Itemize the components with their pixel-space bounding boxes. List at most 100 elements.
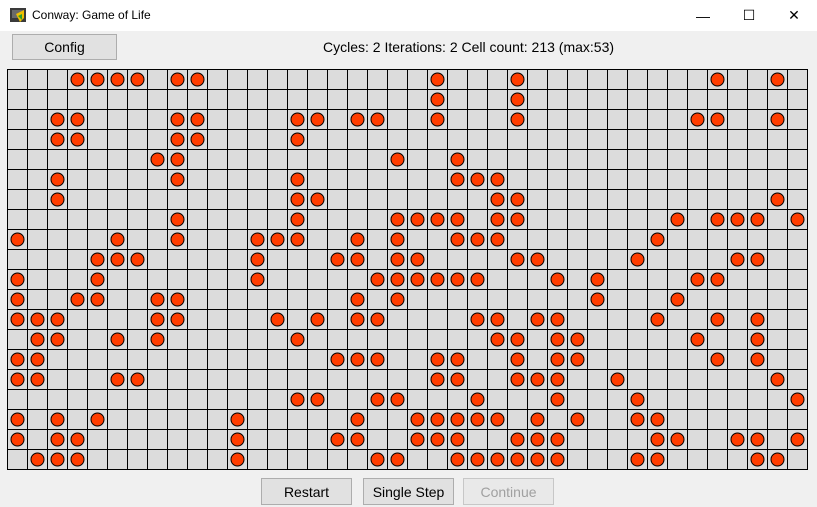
live-cell[interactable] — [410, 272, 425, 287]
live-cell[interactable] — [530, 452, 545, 467]
live-cell[interactable] — [230, 432, 245, 447]
live-cell[interactable] — [710, 352, 725, 367]
live-cell[interactable] — [30, 312, 45, 327]
live-cell[interactable] — [630, 252, 645, 267]
live-cell[interactable] — [410, 212, 425, 227]
live-cell[interactable] — [410, 412, 425, 427]
live-cell[interactable] — [70, 72, 85, 87]
live-cell[interactable] — [450, 432, 465, 447]
live-cell[interactable] — [70, 432, 85, 447]
live-cell[interactable] — [150, 152, 165, 167]
live-cell[interactable] — [290, 332, 305, 347]
live-cell[interactable] — [510, 112, 525, 127]
live-cell[interactable] — [30, 452, 45, 467]
live-cell[interactable] — [750, 352, 765, 367]
live-cell[interactable] — [250, 232, 265, 247]
live-cell[interactable] — [470, 412, 485, 427]
live-cell[interactable] — [530, 252, 545, 267]
live-cell[interactable] — [750, 252, 765, 267]
live-cell[interactable] — [370, 312, 385, 327]
minimize-button[interactable]: — — [680, 0, 726, 31]
live-cell[interactable] — [430, 212, 445, 227]
live-cell[interactable] — [470, 172, 485, 187]
live-cell[interactable] — [630, 412, 645, 427]
live-cell[interactable] — [590, 272, 605, 287]
live-cell[interactable] — [650, 312, 665, 327]
life-grid[interactable] — [7, 69, 808, 470]
live-cell[interactable] — [90, 292, 105, 307]
live-cell[interactable] — [450, 372, 465, 387]
live-cell[interactable] — [30, 352, 45, 367]
live-cell[interactable] — [650, 232, 665, 247]
live-cell[interactable] — [350, 432, 365, 447]
live-cell[interactable] — [710, 212, 725, 227]
live-cell[interactable] — [190, 132, 205, 147]
live-cell[interactable] — [430, 272, 445, 287]
live-cell[interactable] — [770, 112, 785, 127]
live-cell[interactable] — [470, 272, 485, 287]
live-cell[interactable] — [390, 252, 405, 267]
live-cell[interactable] — [50, 332, 65, 347]
live-cell[interactable] — [390, 292, 405, 307]
live-cell[interactable] — [350, 232, 365, 247]
live-cell[interactable] — [50, 432, 65, 447]
live-cell[interactable] — [390, 452, 405, 467]
live-cell[interactable] — [630, 452, 645, 467]
live-cell[interactable] — [450, 272, 465, 287]
live-cell[interactable] — [150, 312, 165, 327]
live-cell[interactable] — [10, 272, 25, 287]
live-cell[interactable] — [170, 212, 185, 227]
single-step-button[interactable]: Single Step — [363, 478, 454, 505]
live-cell[interactable] — [650, 432, 665, 447]
live-cell[interactable] — [430, 372, 445, 387]
live-cell[interactable] — [470, 232, 485, 247]
live-cell[interactable] — [370, 352, 385, 367]
live-cell[interactable] — [90, 72, 105, 87]
live-cell[interactable] — [70, 452, 85, 467]
live-cell[interactable] — [790, 212, 805, 227]
live-cell[interactable] — [450, 352, 465, 367]
live-cell[interactable] — [450, 152, 465, 167]
live-cell[interactable] — [550, 432, 565, 447]
live-cell[interactable] — [150, 292, 165, 307]
live-cell[interactable] — [30, 372, 45, 387]
live-cell[interactable] — [370, 452, 385, 467]
live-cell[interactable] — [430, 92, 445, 107]
live-cell[interactable] — [550, 332, 565, 347]
live-cell[interactable] — [690, 332, 705, 347]
live-cell[interactable] — [550, 452, 565, 467]
live-cell[interactable] — [370, 392, 385, 407]
live-cell[interactable] — [550, 272, 565, 287]
live-cell[interactable] — [490, 212, 505, 227]
live-cell[interactable] — [10, 292, 25, 307]
live-cell[interactable] — [50, 172, 65, 187]
live-cell[interactable] — [650, 452, 665, 467]
live-cell[interactable] — [10, 372, 25, 387]
live-cell[interactable] — [710, 72, 725, 87]
close-button[interactable]: ✕ — [771, 0, 817, 31]
live-cell[interactable] — [430, 432, 445, 447]
live-cell[interactable] — [290, 132, 305, 147]
live-cell[interactable] — [310, 312, 325, 327]
live-cell[interactable] — [510, 372, 525, 387]
live-cell[interactable] — [350, 252, 365, 267]
live-cell[interactable] — [130, 372, 145, 387]
live-cell[interactable] — [170, 152, 185, 167]
live-cell[interactable] — [110, 232, 125, 247]
live-cell[interactable] — [670, 432, 685, 447]
live-cell[interactable] — [550, 372, 565, 387]
live-cell[interactable] — [390, 152, 405, 167]
live-cell[interactable] — [430, 352, 445, 367]
live-cell[interactable] — [750, 212, 765, 227]
live-cell[interactable] — [410, 432, 425, 447]
live-cell[interactable] — [670, 292, 685, 307]
live-cell[interactable] — [290, 172, 305, 187]
live-cell[interactable] — [510, 212, 525, 227]
live-cell[interactable] — [330, 352, 345, 367]
live-cell[interactable] — [570, 412, 585, 427]
live-cell[interactable] — [110, 252, 125, 267]
live-cell[interactable] — [530, 372, 545, 387]
live-cell[interactable] — [290, 112, 305, 127]
live-cell[interactable] — [150, 332, 165, 347]
live-cell[interactable] — [50, 112, 65, 127]
